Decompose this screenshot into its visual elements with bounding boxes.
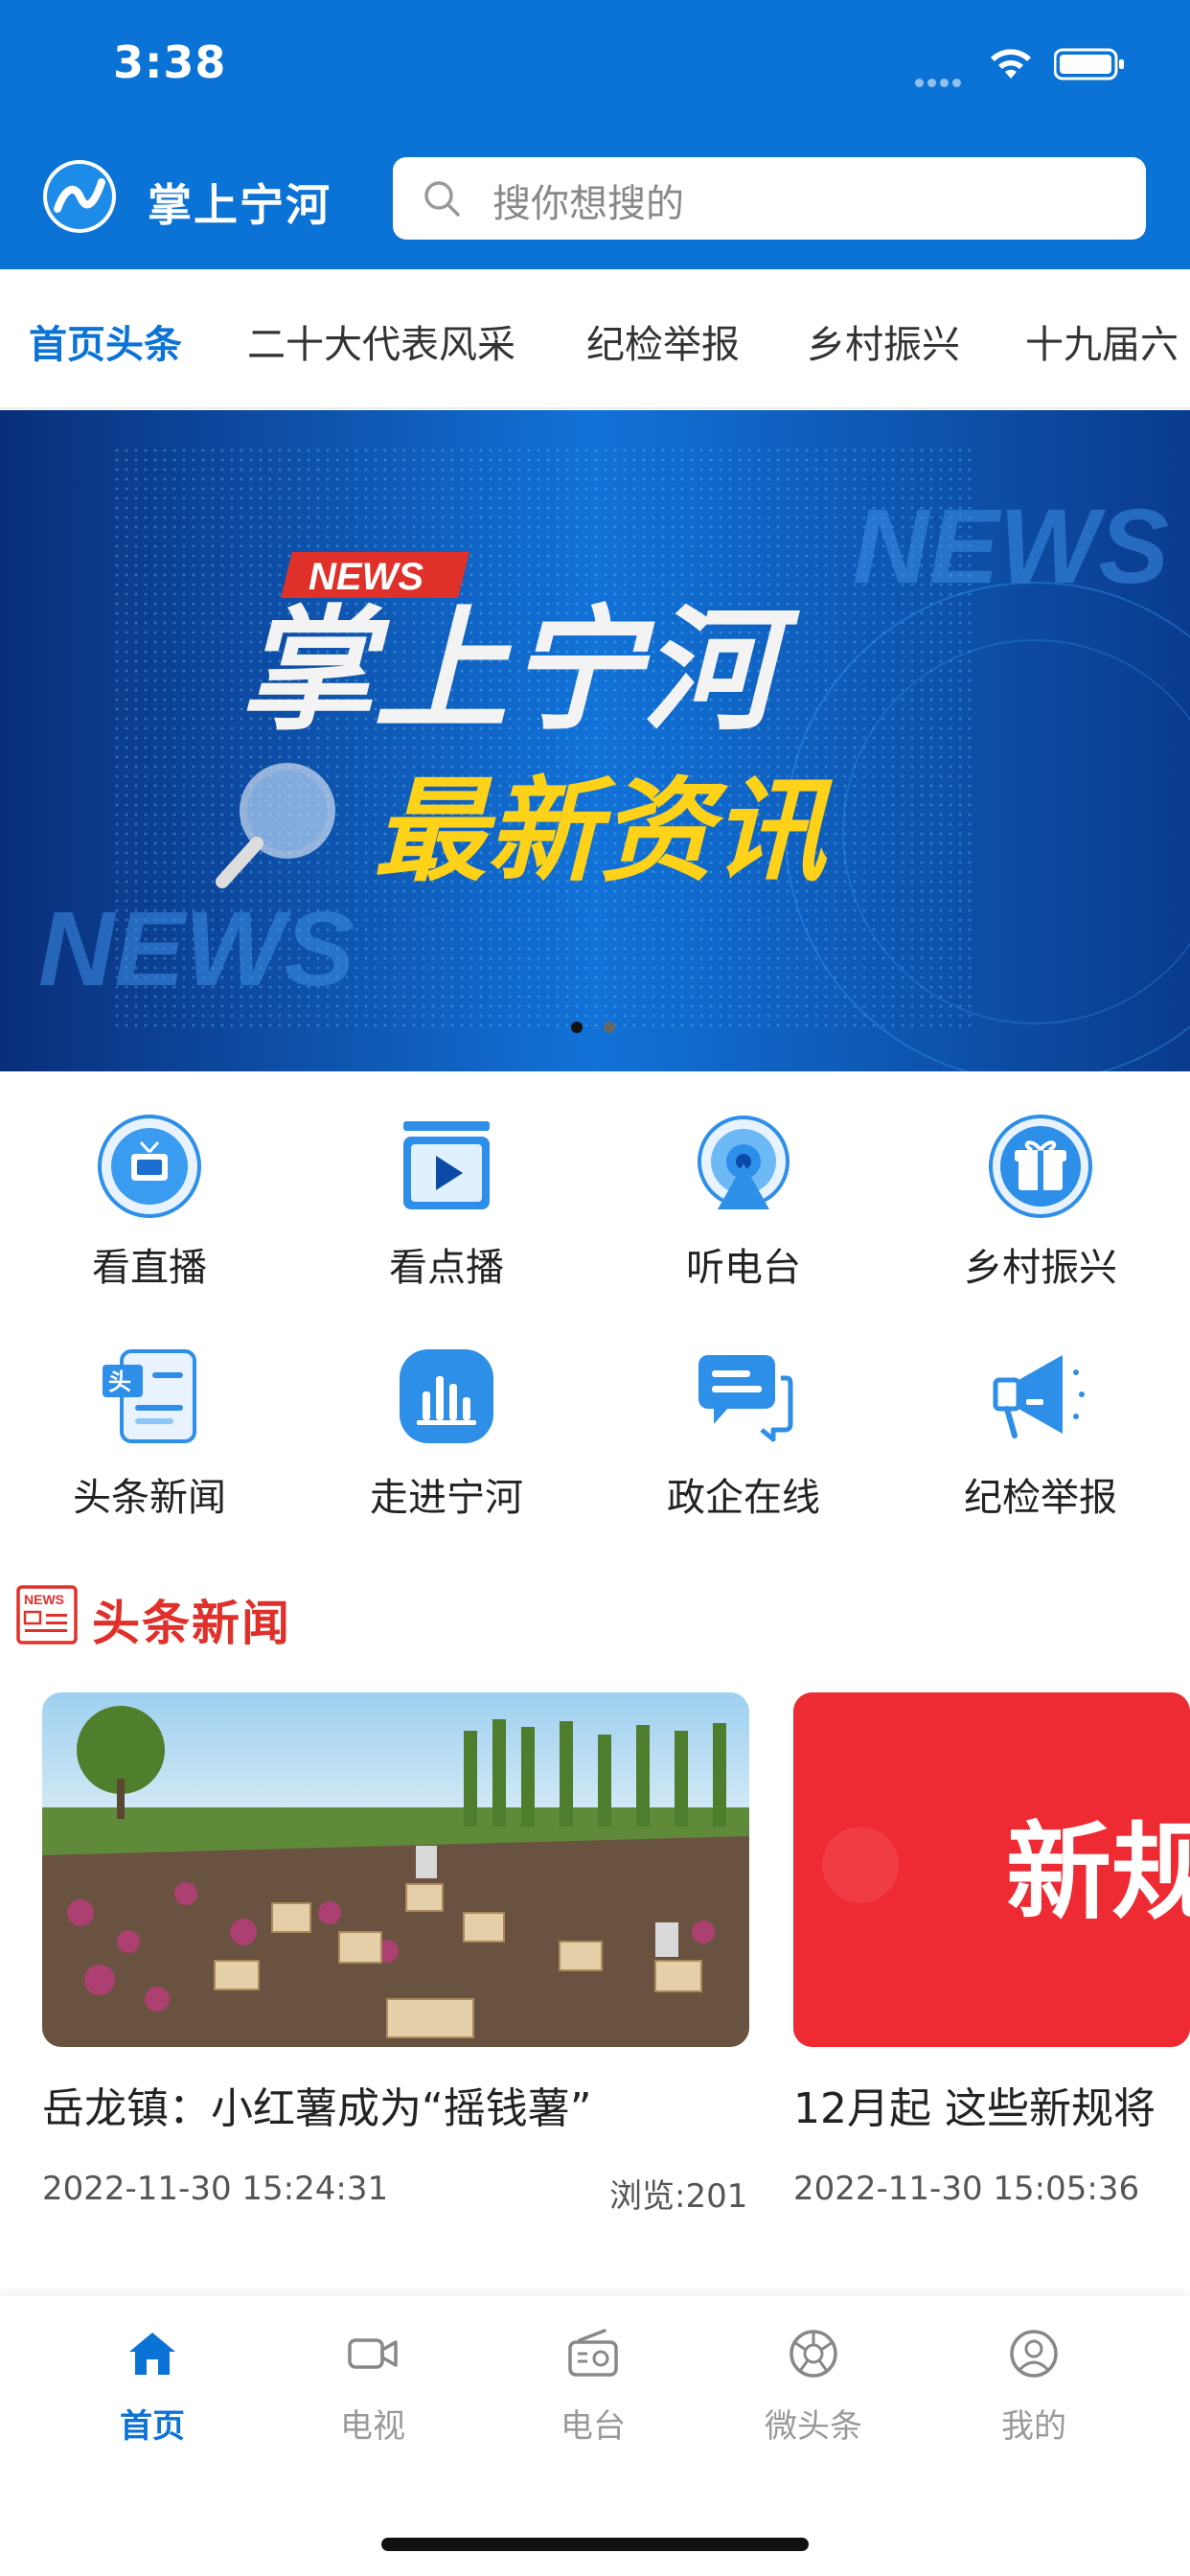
tv-icon [98, 1115, 201, 1218]
tab-delegates[interactable]: 二十大代表风采 [247, 313, 515, 369]
shortcut-on-demand[interactable]: 看点播 [332, 1114, 561, 1292]
shortcut-rural[interactable]: 乡村振兴 [926, 1114, 1156, 1292]
shortcut-label: 头条新闻 [73, 1476, 226, 1520]
video-camera-icon [348, 2338, 398, 2369]
app-name: 掌上宁河 [148, 179, 332, 231]
radio-icon [698, 1116, 790, 1209]
carousel-dot-active[interactable] [571, 1022, 583, 1033]
home-icon [129, 2333, 175, 2375]
radio-icon [568, 2329, 618, 2377]
wifi-icon [991, 49, 1031, 79]
nav-label: 首页 [120, 2407, 185, 2446]
svg-text:NEWS: NEWS [38, 890, 355, 1008]
news-card-image[interactable] [42, 1692, 749, 2047]
banner-subtitle: 最新资讯 [374, 765, 834, 897]
nav-home[interactable]: 首页 [66, 2327, 239, 2447]
field-photo [42, 1692, 749, 2047]
battery-icon [1054, 48, 1124, 80]
shortcut-about-ninghe[interactable]: 走进宁河 [332, 1344, 561, 1522]
thumb-text: 新规 [1006, 1811, 1190, 1934]
banner-title: 掌上宁河 [240, 593, 800, 749]
section-title: 头条新闻 [92, 1596, 291, 1651]
svg-text:头: 头 [108, 1368, 131, 1395]
play-icon [403, 1121, 490, 1209]
shortcut-radio[interactable]: 听电台 [629, 1114, 858, 1292]
banner-tag: NEWS [309, 556, 423, 598]
nav-label: 微头条 [765, 2407, 862, 2446]
nav-micro-headline[interactable]: 微头条 [727, 2327, 900, 2447]
banner-graphic: NEWS NEWS NEWS 掌上宁河 最新资讯 [0, 410, 1190, 1071]
news-card-time: 2022-11-30 15:05:36 [793, 2170, 1140, 2208]
shortcut-headline-news[interactable]: 头 头条新闻 [34, 1344, 264, 1522]
nav-profile[interactable]: 我的 [948, 2327, 1120, 2447]
shortcut-label: 纪检举报 [964, 1476, 1117, 1520]
shortcut-gov-online[interactable]: 政企在线 [629, 1344, 858, 1522]
svg-text:NEWS: NEWS [24, 1592, 64, 1607]
news-card-title[interactable]: 12月起 这些新规将 [793, 2074, 1190, 2135]
chart-icon [400, 1349, 493, 1443]
app-logo [43, 160, 116, 233]
news-card-image[interactable]: 新规 [793, 1692, 1190, 2047]
headline-news-icon: 头 [103, 1349, 196, 1443]
tab-discipline[interactable]: 纪检举报 [586, 313, 740, 369]
aperture-icon [790, 2330, 837, 2378]
carousel-dot[interactable] [604, 1022, 615, 1033]
shortcut-label: 听电台 [686, 1246, 801, 1290]
gift-icon [989, 1115, 1092, 1218]
tab-headline[interactable]: 首页头条 [29, 313, 182, 369]
shortcut-live-tv[interactable]: 看直播 [34, 1114, 264, 1292]
megaphone-icon [993, 1355, 1085, 1438]
shortcut-label: 乡村振兴 [964, 1246, 1117, 1290]
tab-rural[interactable]: 乡村振兴 [807, 313, 960, 369]
cellular-signal-icon [915, 73, 971, 87]
chat-icon [698, 1355, 793, 1442]
news-card-title[interactable]: 岳龙镇：小红薯成为“摇钱薯” [42, 2074, 592, 2135]
tab-plenum[interactable]: 十九届六 [1025, 313, 1179, 369]
shortcut-label: 政企在线 [667, 1476, 820, 1520]
news-card-time: 2022-11-30 15:24:31 [42, 2170, 389, 2208]
nav-radio[interactable]: 电台 [507, 2327, 679, 2447]
news-card-views: 浏览:201 [609, 2177, 748, 2216]
nav-label: 我的 [1001, 2407, 1066, 2446]
nav-label: 电台 [561, 2407, 626, 2446]
shortcut-label: 看直播 [92, 1246, 207, 1290]
home-indicator [381, 2538, 809, 2551]
category-tabs: 首页头条 二十大代表风采 纪检举报 乡村振兴 十九届六 [0, 269, 1190, 409]
nav-tv[interactable]: 电视 [286, 2327, 459, 2447]
nav-label: 电视 [340, 2407, 405, 2446]
shortcut-label: 走进宁河 [370, 1476, 523, 1520]
user-icon [1010, 2330, 1058, 2378]
search-input[interactable]: 搜你想搜的 [492, 172, 684, 228]
watermark-text: NEWS [853, 488, 1169, 606]
shortcut-label: 看点播 [389, 1246, 504, 1290]
shortcut-discipline-report[interactable]: 纪检举报 [926, 1344, 1156, 1522]
news-section-icon: NEWS [16, 1585, 78, 1644]
status-time: 3:38 [113, 36, 227, 88]
banner-carousel[interactable]: NEWS NEWS NEWS 掌上宁河 最新资讯 [0, 410, 1190, 1071]
search-icon [424, 181, 460, 217]
red-thumb: 新规 [793, 1692, 1190, 2047]
